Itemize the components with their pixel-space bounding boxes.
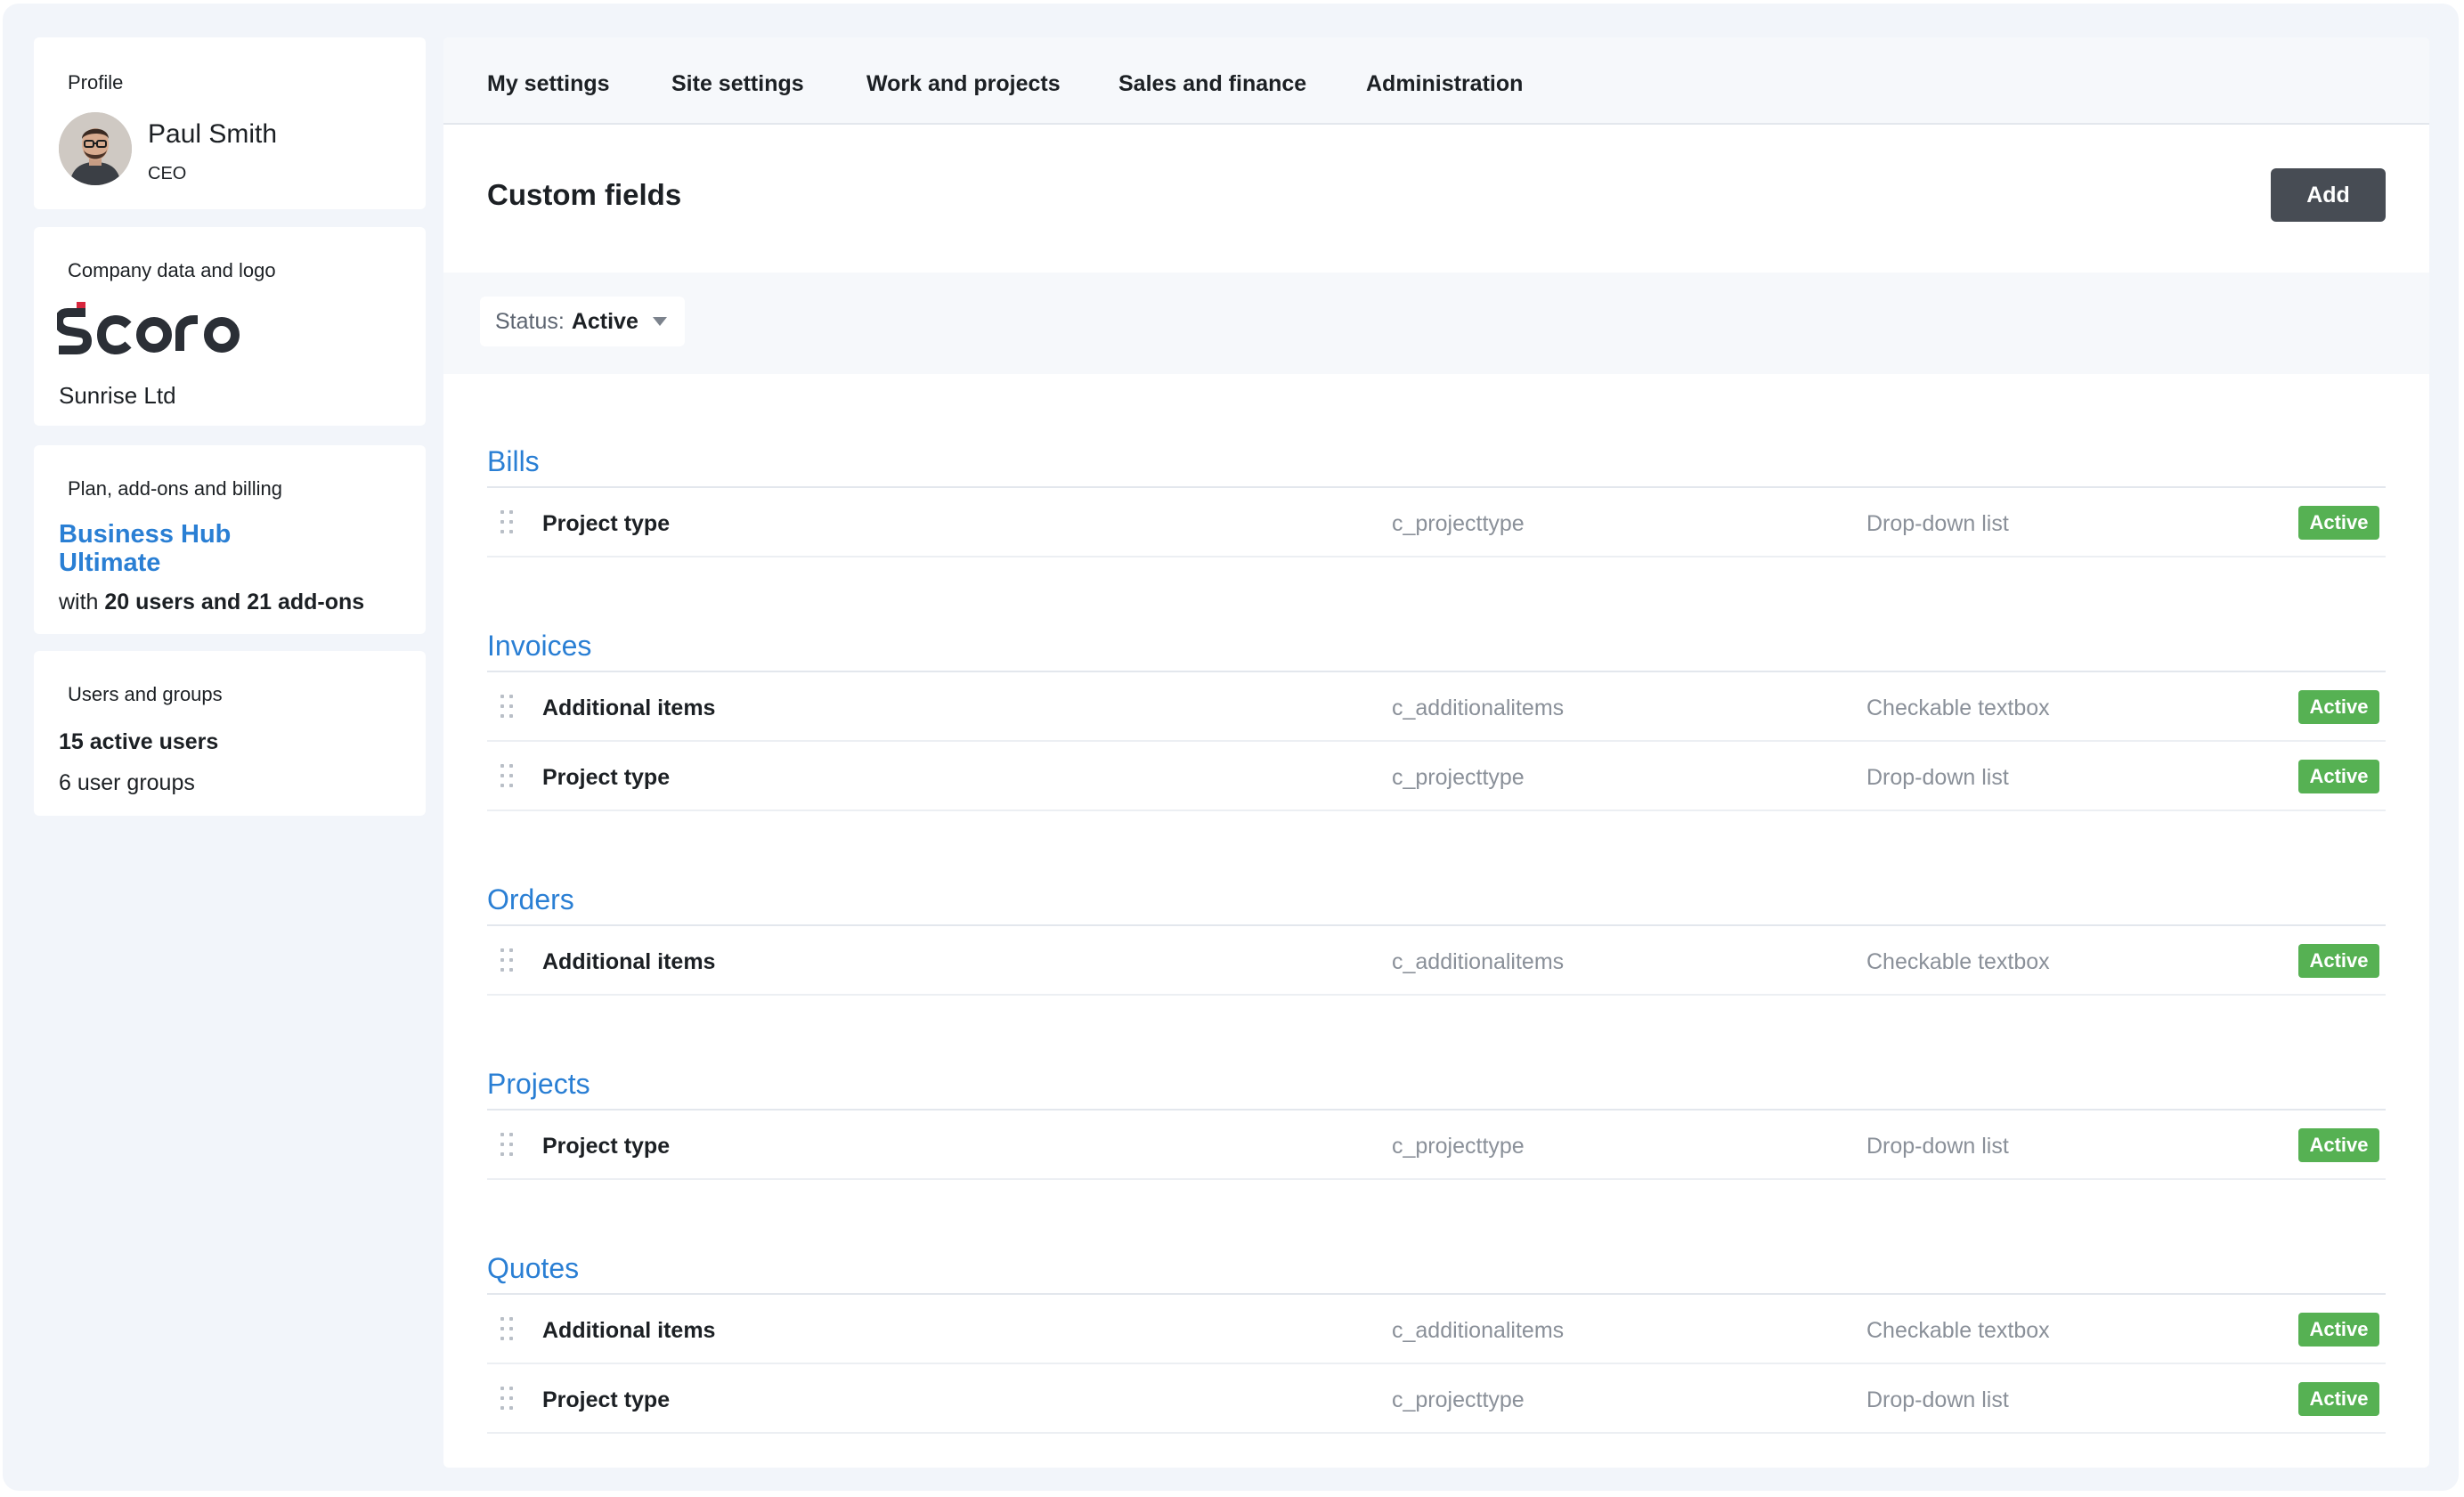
status-badge: Active [2298,1313,2379,1346]
status-filter-dropdown[interactable]: Status: Active [480,297,685,346]
status-badge: Active [2298,506,2379,540]
drag-handle-icon[interactable] [500,1387,513,1410]
field-key: c_projecttype [1392,511,1525,536]
active-users-count: 15 active users [59,729,219,754]
app-frame: Profile Paul Smith CEO Company data and … [3,4,2459,1491]
drag-handle-icon[interactable] [500,948,513,972]
section-orders: Orders Additional items c_additionalitems C… [487,875,2386,996]
table-row[interactable]: Project type c_projecttype Drop-down list A… [487,1111,2386,1180]
caret-down-icon [652,317,667,326]
users-card-title: Users and groups [68,683,223,705]
field-name[interactable]: Project type [542,1387,670,1413]
tab-work-and-projects[interactable]: Work and projects [866,71,1061,97]
profile-name: Paul Smith [148,119,278,149]
scoro-logo [54,300,253,357]
page-title: Custom fields [487,178,682,211]
section-title: Bills [487,436,2386,488]
profile-card[interactable]: Profile Paul Smith CEO [34,37,426,209]
drag-handle-icon[interactable] [500,1317,513,1340]
field-type: Drop-down list [1866,1387,2009,1412]
avatar-image [59,112,132,185]
field-name[interactable]: Additional items [542,696,715,721]
status-badge: Active [2298,760,2379,793]
status-badge: Active [2298,1128,2379,1162]
company-name: Sunrise Ltd [59,382,176,409]
table-row[interactable]: Additional items c_additionalitems Checkab… [487,926,2386,996]
tab-site-settings[interactable]: Site settings [671,71,804,97]
section-quotes: Quotes Additional items c_additionalitems C… [487,1243,2386,1434]
company-card[interactable]: Company data and logo Sunrise Ltd [34,227,426,426]
field-type: Checkable textbox [1866,1318,2050,1343]
profile-role: CEO [148,164,187,183]
plan-name[interactable]: Business Hub Ultimate [59,520,290,577]
section-title: Projects [487,1059,2386,1111]
table-row[interactable]: Project type c_projecttype Drop-down list A… [487,488,2386,557]
section-bills: Bills Project type c_projecttype Drop-down … [487,436,2386,557]
drag-handle-icon[interactable] [500,764,513,787]
table-row[interactable]: Project type c_projecttype Drop-down list A… [487,742,2386,811]
main-panel: My settings Site settings Work and proje… [443,37,2429,1468]
field-type: Checkable textbox [1866,949,2050,974]
field-type: Checkable textbox [1866,696,2050,720]
field-type: Drop-down list [1866,765,2009,790]
table-row[interactable]: Project type c_projecttype Drop-down list A… [487,1364,2386,1434]
field-name[interactable]: Project type [542,511,670,537]
table-row[interactable]: Additional items c_additionalitems Checkab… [487,672,2386,742]
tab-sales-and-finance[interactable]: Sales and finance [1118,71,1306,97]
drag-handle-icon[interactable] [500,510,513,533]
field-name[interactable]: Additional items [542,949,715,975]
field-key: c_additionalitems [1392,696,1565,720]
avatar[interactable] [59,112,132,185]
status-filter-label: Status: [495,308,565,334]
section-projects: Projects Project type c_projecttype Drop-do… [487,1059,2386,1180]
field-name[interactable]: Project type [542,765,670,791]
drag-handle-icon[interactable] [500,1133,513,1156]
field-type: Drop-down list [1866,511,2009,536]
section-title: Quotes [487,1243,2386,1295]
field-key: c_projecttype [1392,765,1525,790]
status-badge: Active [2298,1382,2379,1416]
status-filter-value: Active [571,308,638,334]
plan-users-addons: 20 users and 21 add-ons [104,590,365,614]
field-key: c_additionalitems [1392,1318,1565,1343]
section-invoices: Invoices Additional items c_additionalitem… [487,621,2386,811]
plan-card-title: Plan, add-ons and billing [68,477,282,500]
filter-bar: Status: Active [443,273,2429,374]
tab-my-settings[interactable]: My settings [487,71,610,97]
field-name[interactable]: Project type [542,1134,670,1159]
field-name[interactable]: Additional items [542,1318,715,1344]
drag-handle-icon[interactable] [500,695,513,718]
status-badge: Active [2298,690,2379,724]
company-card-title: Company data and logo [68,259,276,281]
field-key: c_projecttype [1392,1387,1525,1412]
plan-card[interactable]: Plan, add-ons and billing Business Hub U… [34,445,426,634]
settings-tabbar: My settings Site settings Work and proje… [443,37,2429,125]
add-button[interactable]: Add [2271,168,2386,222]
profile-card-title: Profile [68,71,124,94]
tab-administration[interactable]: Administration [1366,71,1523,97]
table-row[interactable]: Additional items c_additionalitems Checkab… [487,1295,2386,1364]
plan-detail: with 20 users and 21 add-ons [59,590,364,615]
users-card[interactable]: Users and groups 15 active users 6 user … [34,651,426,816]
plan-detail-prefix: with [59,590,105,614]
field-key: c_projecttype [1392,1134,1525,1159]
user-groups-count: 6 user groups [59,770,195,795]
section-title: Invoices [487,621,2386,672]
section-title: Orders [487,875,2386,926]
status-badge: Active [2298,944,2379,978]
field-key: c_additionalitems [1392,949,1565,974]
field-type: Drop-down list [1866,1134,2009,1159]
